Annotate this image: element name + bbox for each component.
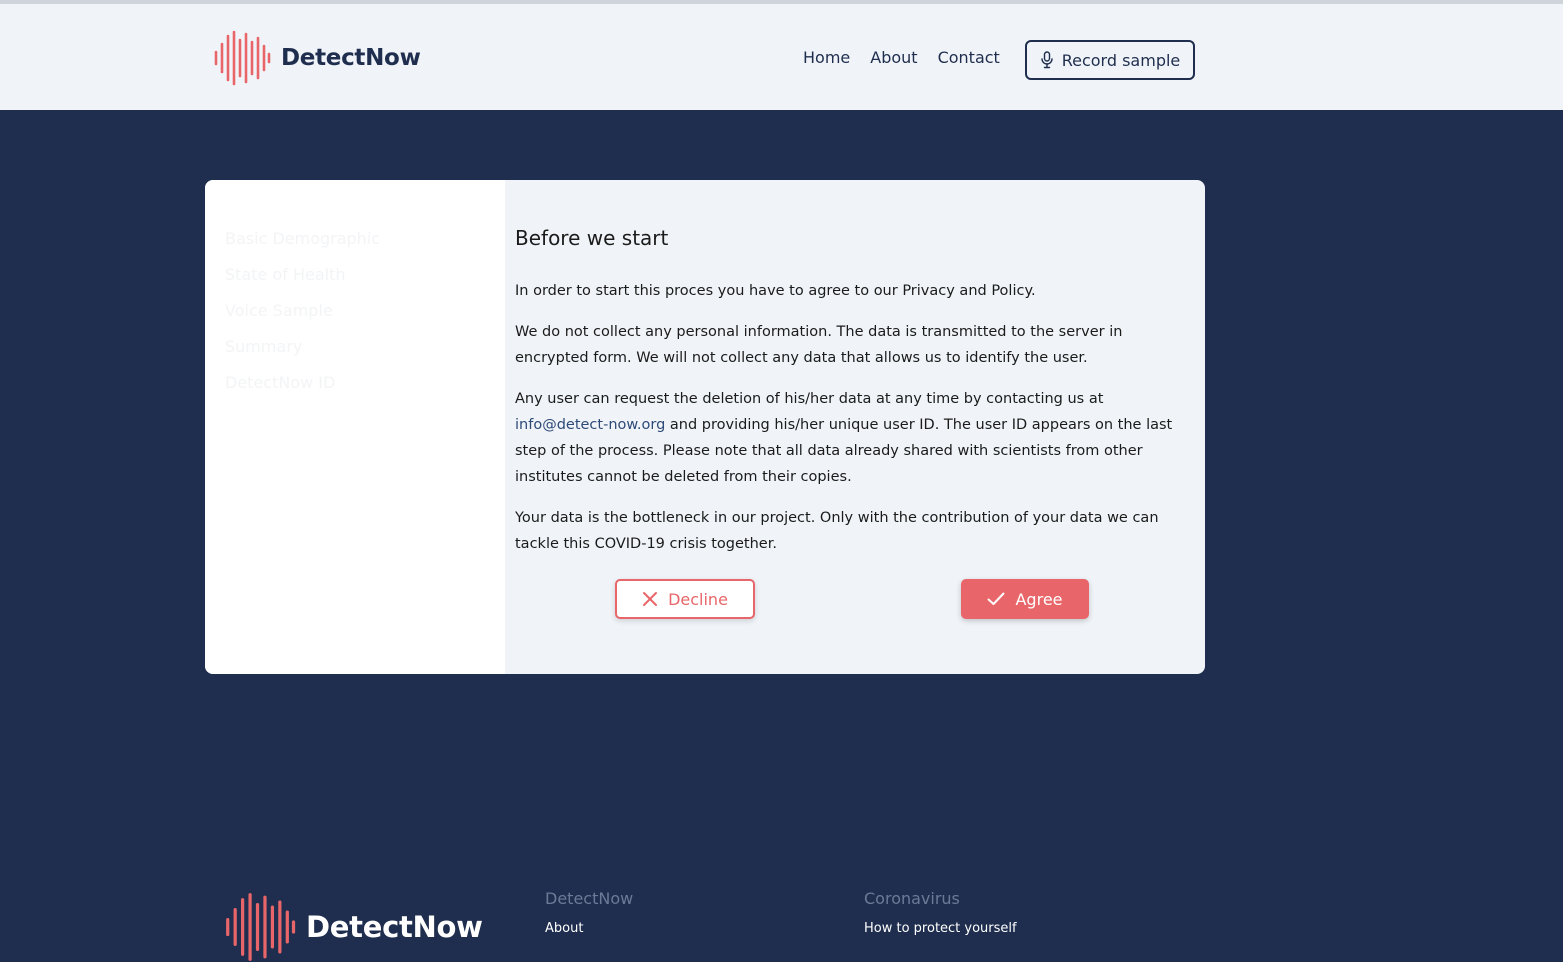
footer-column-coronavirus: Coronavirus How to protect yourself [864,889,1017,936]
footer-link-protect-yourself[interactable]: How to protect yourself [864,921,1017,936]
soundwave-logo-icon [214,30,271,86]
record-sample-button[interactable]: Record sample [1025,40,1195,80]
decline-button[interactable]: Decline [615,579,755,619]
step-state-of-health: State of Health [225,265,346,284]
agree-button[interactable]: Agree [961,579,1089,619]
footer-brand-name: DetectNow [306,910,483,944]
decline-label: Decline [668,589,728,609]
footer-heading-detectnow: DetectNow [545,889,634,908]
contact-email-link[interactable]: info@detect-now.org [515,417,665,433]
check-icon [987,592,1005,605]
deletion-text-start: Any user can request the deletion of his… [515,391,1104,407]
steps-list: Basic Demographic State of Health Voice … [225,228,380,408]
page-title: Before we start [515,226,669,250]
privacy-paragraph: We do not collect any personal informati… [515,324,1123,366]
step-summary: Summary [225,337,303,356]
consent-content: Before we start In order to start this p… [515,226,1185,572]
nav-about-link[interactable]: About [870,48,917,67]
record-sample-label: Record sample [1061,50,1181,70]
brand-name: DetectNow [281,45,421,71]
main-nav: Home About Contact [803,48,1000,67]
soundwave-logo-icon [226,893,296,961]
close-icon [643,592,658,606]
microphone-icon [1041,51,1053,69]
step-detectnow-id: DetectNow ID [225,373,336,392]
footer-heading-coronavirus: Coronavirus [864,889,960,908]
deletion-paragraph: Any user can request the deletion of his… [515,386,1185,490]
intro-paragraph: In order to start this proces you have t… [515,283,1036,299]
consent-card: Basic Demographic State of Health Voice … [205,180,1205,674]
brand-logo[interactable]: DetectNow [213,30,421,86]
steps-sidebar: Basic Demographic State of Health Voice … [205,180,505,674]
footer-link-about[interactable]: About [545,921,633,936]
site-header: DetectNow Home About Contact Record samp… [0,4,1563,110]
nav-contact-link[interactable]: Contact [938,48,1000,67]
step-basic-demographic: Basic Demographic [225,229,381,248]
contribution-paragraph: Your data is the bottleneck in our proje… [515,510,1159,552]
step-voice-sample: Voice Sample [225,301,333,320]
footer-column-detectnow: DetectNow About [545,889,633,936]
nav-home-link[interactable]: Home [803,48,850,67]
agree-label: Agree [1015,589,1063,609]
footer-brand-logo[interactable]: DetectNow [224,892,483,962]
